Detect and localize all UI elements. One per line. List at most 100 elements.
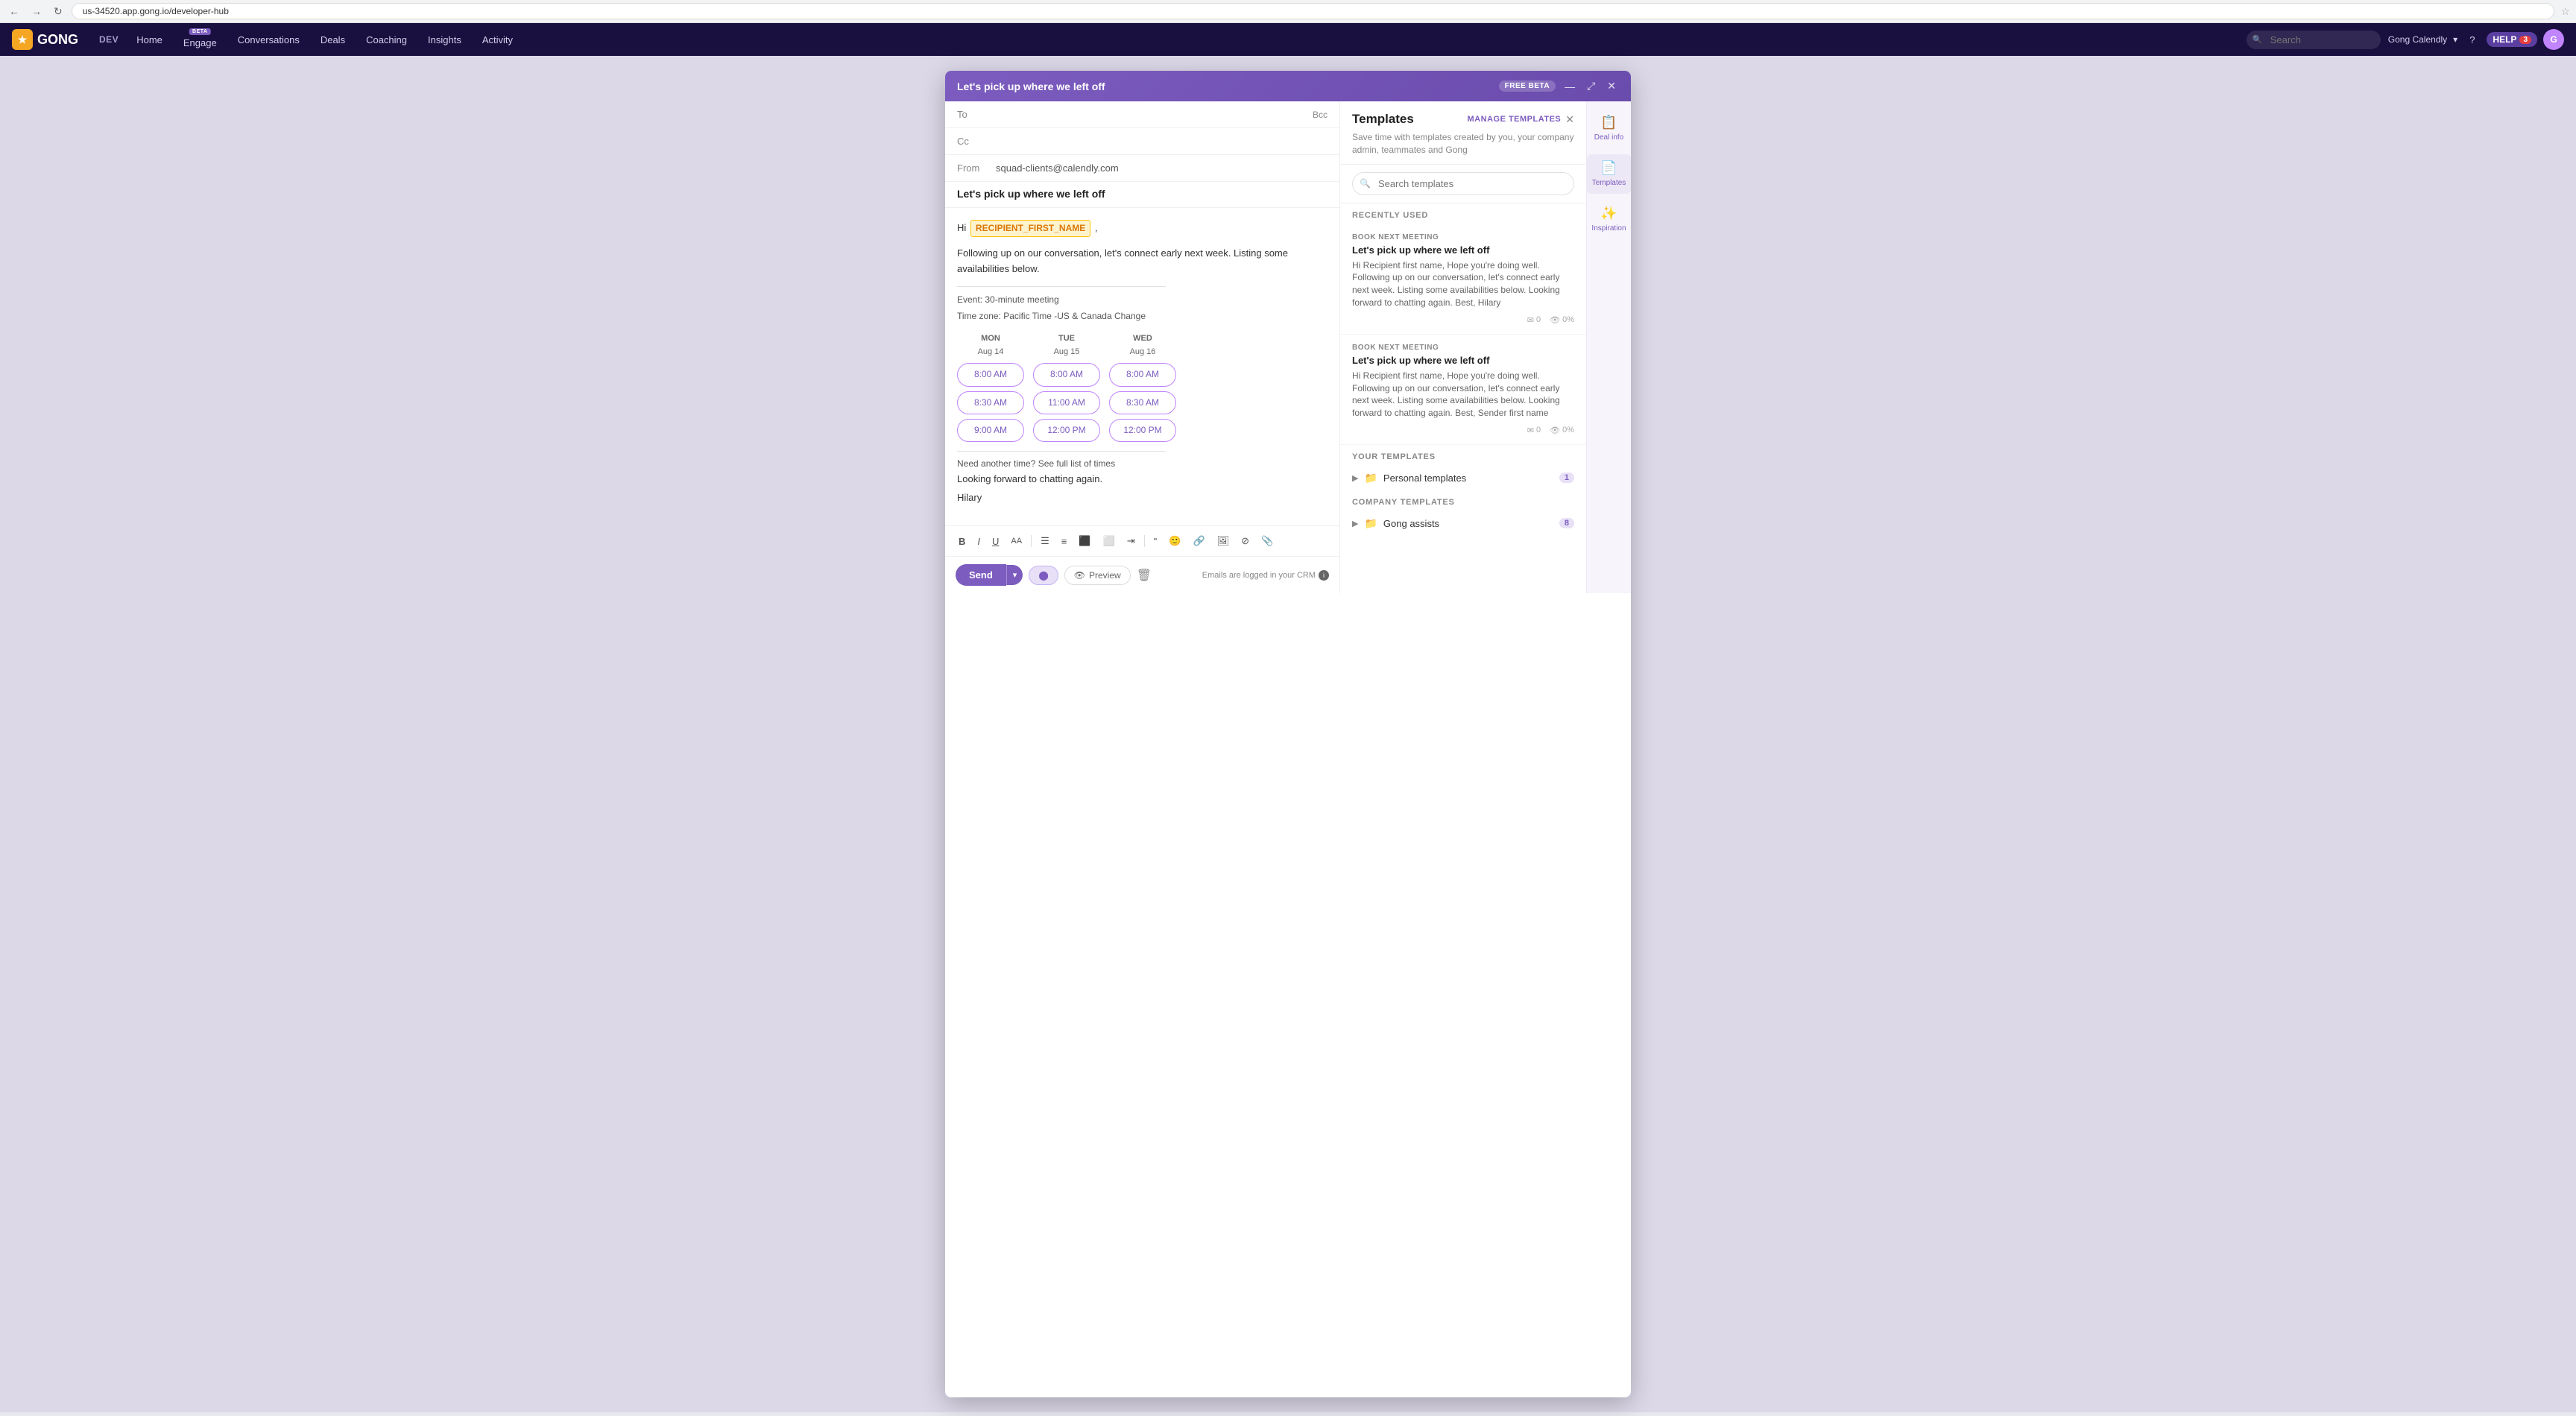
template-open-stat-0: 👁 0% [1550, 315, 1574, 325]
personal-templates-name: Personal templates [1383, 472, 1553, 484]
to-label: To [957, 109, 990, 120]
numbered-list-button[interactable]: ≡ [1057, 533, 1072, 550]
user-dropdown-arrow[interactable]: ▾ [2453, 34, 2457, 45]
link-button[interactable]: 🔗 [1188, 532, 1209, 550]
preview-icon: 👁 [1074, 570, 1085, 581]
delete-button[interactable]: 🗑 [1137, 568, 1152, 583]
user-avatar[interactable]: G [2543, 29, 2564, 50]
calendly-user-label: Gong Calendly [2388, 34, 2447, 45]
nav-insights[interactable]: Insights [419, 30, 470, 50]
send-dropdown-button[interactable]: ▾ [1006, 565, 1023, 585]
italic-button[interactable]: I [973, 533, 985, 550]
modal-title: Let's pick up where we left off [957, 80, 1105, 92]
logo-text: GONG [37, 32, 78, 48]
clear-format-button[interactable]: ⊘ [1237, 532, 1254, 550]
gong-assists-row[interactable]: ▶ 📁 Gong assists 8 [1340, 511, 1586, 536]
personal-templates-row[interactable]: ▶ 📁 Personal templates 1 [1340, 466, 1586, 490]
nav-engage[interactable]: BETA Engage [174, 27, 226, 53]
bold-button[interactable]: B [954, 533, 970, 550]
templates-header-actions: MANAGE TEMPLATES ✕ [1468, 113, 1574, 126]
bcc-link[interactable]: Bcc [1313, 110, 1328, 120]
slot-tue-3[interactable]: 12:00 PM [1033, 419, 1100, 442]
expand-button[interactable]: ⤢ [1584, 78, 1598, 94]
gong-assists-chevron: ▶ [1352, 519, 1358, 528]
slot-wed-2[interactable]: 8:30 AM [1109, 391, 1176, 414]
slot-col-0: 8:00 AM 8:30 AM 9:00 AM [957, 363, 1024, 442]
templates-search-input[interactable] [1352, 172, 1574, 195]
modal-body: To Bcc Cc From squad-clients@calendly.co… [945, 101, 1631, 593]
cc-field: Cc [945, 128, 1339, 155]
recently-used-label: RECENTLY USED [1340, 203, 1586, 224]
question-btn[interactable]: ? [2463, 31, 2481, 48]
to-input[interactable] [996, 109, 1307, 120]
modal-header-actions: FREE BETA — ⤢ ✕ [1499, 78, 1619, 94]
modal-header: Let's pick up where we left off FREE BET… [945, 71, 1631, 101]
font-size-button[interactable]: AA [1006, 534, 1026, 549]
underline-button[interactable]: U [988, 533, 1003, 550]
preview-label: Preview [1089, 570, 1121, 581]
close-modal-button[interactable]: ✕ [1604, 78, 1619, 94]
template-send-stat-1: ✉ 0 [1527, 426, 1541, 435]
compose-toolbar: B I U AA ☰ ≡ ⬛ ⬜ ⇥ " 🙂 🔗 🖼 ⊘ 📎 [945, 525, 1339, 556]
align-left-button[interactable]: ⬛ [1074, 532, 1095, 550]
emoji-button[interactable]: 🙂 [1164, 532, 1185, 550]
inspiration-sidebar-item[interactable]: ✨ Inspiration [1587, 200, 1631, 239]
templates-title-row: Templates MANAGE TEMPLATES ✕ [1352, 112, 1574, 127]
global-search-input[interactable] [2247, 31, 2381, 49]
template-category-1: BOOK NEXT MEETING [1352, 344, 1574, 352]
slot-tue-2[interactable]: 11:00 AM [1033, 391, 1100, 414]
compose-body: Hi RECIPIENT_FIRST_NAME , Following up o… [945, 208, 1339, 525]
template-card-0[interactable]: BOOK NEXT MEETING Let's pick up where we… [1340, 224, 1586, 335]
bullet-list-button[interactable]: ☰ [1036, 532, 1054, 550]
attachment-button[interactable]: 📎 [1257, 532, 1278, 550]
image-button[interactable]: 🖼 [1213, 532, 1234, 550]
nav-conversations[interactable]: Conversations [229, 30, 309, 50]
template-stats-1: ✉ 0 👁 0% [1352, 426, 1574, 435]
back-button[interactable]: ← [6, 4, 22, 19]
help-label: HELP [2493, 34, 2516, 45]
quote-button[interactable]: " [1149, 533, 1162, 550]
slot-wed-1[interactable]: 8:00 AM [1109, 363, 1176, 386]
nav-home[interactable]: Home [127, 30, 171, 50]
indent-button[interactable]: ⇥ [1123, 532, 1140, 550]
nav-deals[interactable]: Deals [312, 30, 354, 50]
slot-col-1: 8:00 AM 11:00 AM 12:00 PM [1033, 363, 1100, 442]
minimize-button[interactable]: — [1562, 79, 1578, 94]
to-field: To Bcc [945, 101, 1339, 128]
refresh-button[interactable]: ↻ [51, 4, 66, 19]
templates-panel: Templates MANAGE TEMPLATES ✕ Save time w… [1340, 101, 1586, 593]
close-templates-panel-button[interactable]: ✕ [1565, 113, 1574, 126]
cc-input[interactable] [996, 136, 1328, 147]
templates-sidebar-item[interactable]: 📄 Templates [1587, 154, 1631, 194]
slot-tue-1[interactable]: 8:00 AM [1033, 363, 1100, 386]
slot-mon-1[interactable]: 8:00 AM [957, 363, 1024, 386]
user-area: Gong Calendly ▾ ? HELP 3 G [2388, 29, 2564, 50]
gong-assists-name: Gong assists [1383, 518, 1553, 529]
deal-info-icon: 📋 [1600, 115, 1617, 130]
slot-mon-2[interactable]: 8:30 AM [957, 391, 1024, 414]
subject-input[interactable] [957, 188, 1328, 200]
send-button[interactable]: Send [956, 564, 1006, 586]
align-center-button[interactable]: ⬜ [1099, 532, 1120, 550]
help-button[interactable]: HELP 3 [2487, 32, 2537, 47]
deal-info-sidebar-item[interactable]: 📋 Deal info [1587, 109, 1631, 148]
from-field: From squad-clients@calendly.com [945, 155, 1339, 182]
nav-coaching[interactable]: Coaching [357, 30, 416, 50]
manage-templates-button[interactable]: MANAGE TEMPLATES [1468, 115, 1562, 124]
gong-footer-button[interactable]: ⬤ [1029, 566, 1058, 585]
compose-modal: Let's pick up where we left off FREE BET… [945, 71, 1631, 1397]
send-icon-1: ✉ [1527, 426, 1534, 435]
template-card-1[interactable]: BOOK NEXT MEETING Let's pick up where we… [1340, 335, 1586, 445]
slot-mon-3[interactable]: 9:00 AM [957, 419, 1024, 442]
template-name-0: Let's pick up where we left off [1352, 244, 1574, 256]
nav-activity[interactable]: Activity [473, 30, 522, 50]
slot-wed-3[interactable]: 12:00 PM [1109, 419, 1176, 442]
eye-icon-1: 👁 [1550, 426, 1560, 435]
preview-button[interactable]: 👁 Preview [1064, 566, 1131, 585]
availability-table: MON Aug 14 TUE Aug 15 WED Aug 16 [957, 332, 1328, 442]
avail-headers: MON Aug 14 TUE Aug 15 WED Aug 16 [957, 332, 1328, 358]
templates-subtitle: Save time with templates created by you,… [1352, 131, 1574, 157]
day-col-2: WED Aug 16 [1109, 332, 1176, 358]
forward-button[interactable]: → [28, 4, 45, 19]
url-input[interactable] [72, 3, 2555, 19]
